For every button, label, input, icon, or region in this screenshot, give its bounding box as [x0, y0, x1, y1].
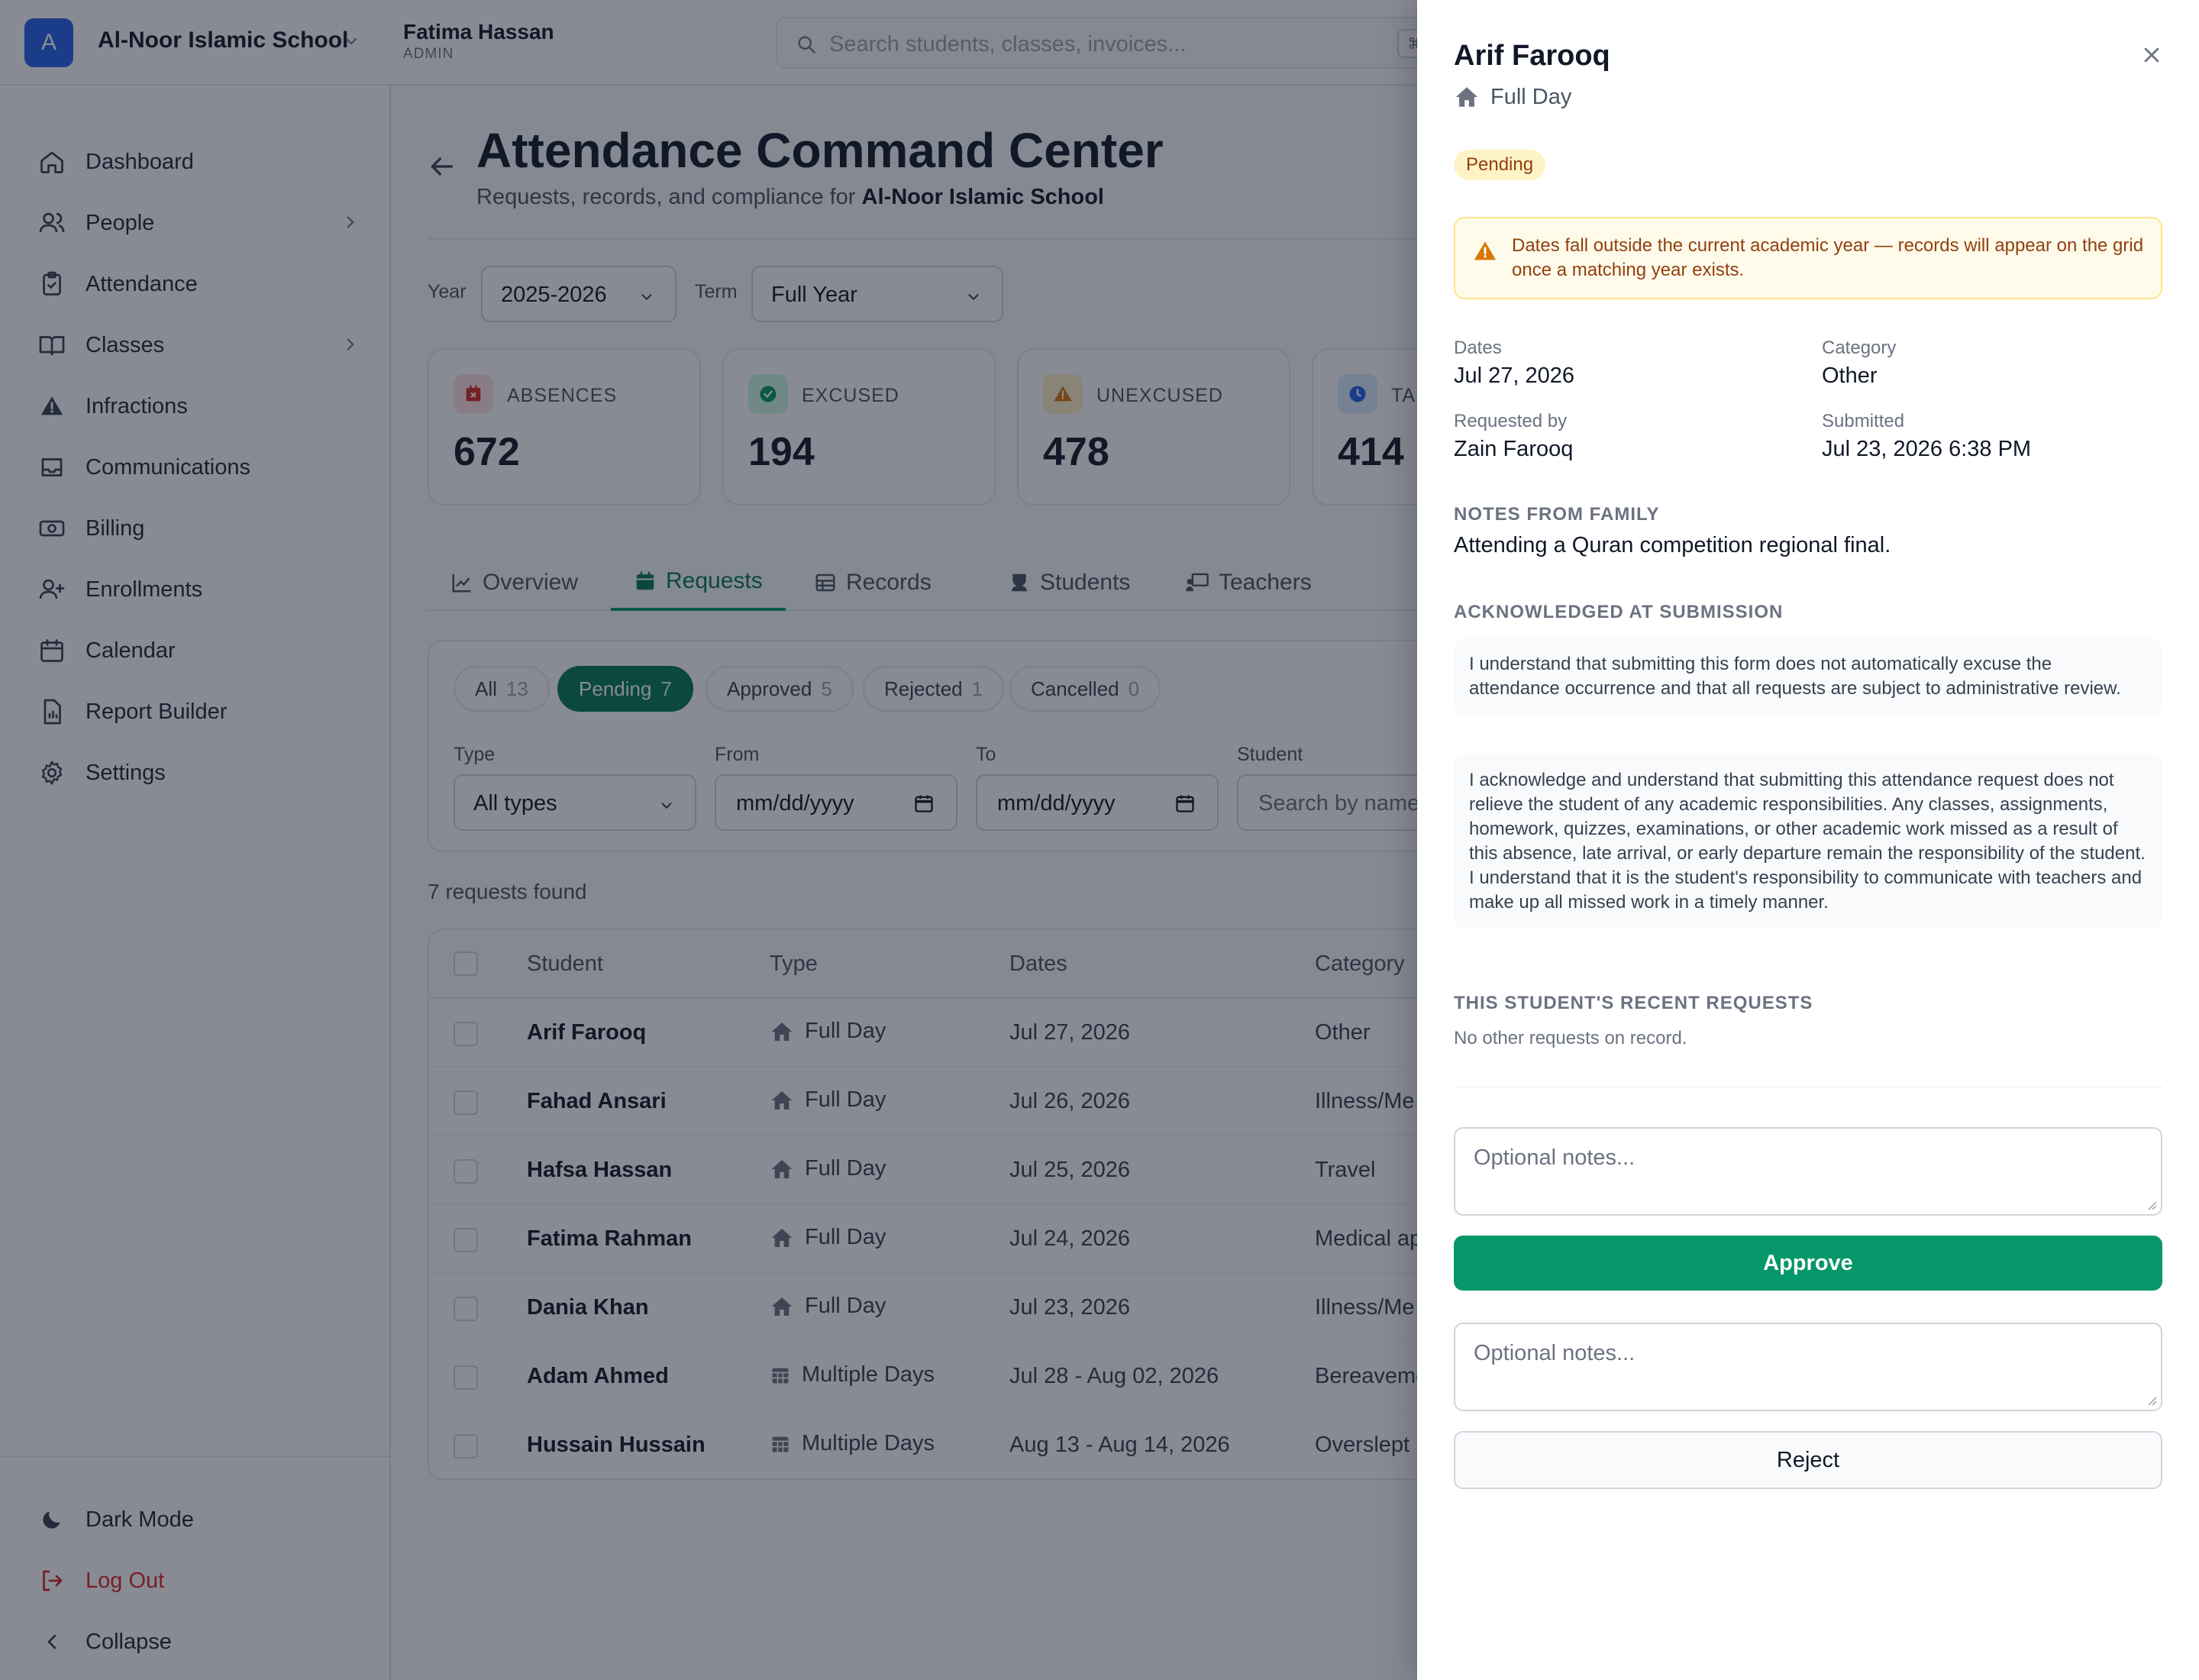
drawer-student-name: Arif Farooq: [1454, 40, 1610, 72]
approve-button[interactable]: Approve: [1454, 1236, 2162, 1291]
approve-notes-field[interactable]: Optional notes...: [1454, 1127, 2162, 1216]
reject-button[interactable]: Reject: [1454, 1431, 2162, 1489]
alert-triangle-icon: [1472, 238, 1498, 264]
drawer-divider: [1454, 1086, 2162, 1087]
acknowledgement-2: I acknowledge and understand that submit…: [1454, 754, 2162, 929]
home-icon: [1454, 84, 1480, 110]
requested-by-value: Zain Farooq: [1454, 437, 1574, 461]
submitted-value: Jul 23, 2026 6:38 PM: [1822, 437, 2032, 461]
acknowledged-heading: ACKNOWLEDGED AT SUBMISSION: [1454, 602, 1784, 622]
recent-requests-heading: THIS STUDENT'S RECENT REQUESTS: [1454, 993, 1813, 1013]
status-badge: Pending: [1454, 150, 1546, 180]
notes-heading: NOTES FROM FAMILY: [1454, 504, 1660, 525]
resize-grip-icon[interactable]: [2146, 1394, 2158, 1407]
resize-grip-icon[interactable]: [2146, 1199, 2158, 1211]
reject-notes-field[interactable]: Optional notes...: [1454, 1323, 2162, 1411]
dates-value: Jul 27, 2026: [1454, 363, 1575, 388]
category-value: Other: [1822, 363, 1878, 388]
family-notes: Attending a Quran competition regional f…: [1454, 533, 1891, 557]
drawer-request-type: Full Day: [1454, 84, 1571, 110]
request-detail-drawer: Arif Farooq Full Day Pending Dates fall …: [1417, 0, 2199, 1680]
dates-label: Dates: [1454, 338, 1502, 358]
close-icon[interactable]: [2139, 43, 2164, 67]
app-root: A Al-Noor Islamic School Fatima Hassan A…: [0, 0, 2199, 1680]
category-label: Category: [1822, 338, 1897, 358]
warning-banner: Dates fall outside the current academic …: [1454, 217, 2162, 299]
submitted-label: Submitted: [1822, 411, 1905, 431]
requested-by-label: Requested by: [1454, 411, 1568, 431]
recent-requests-empty: No other requests on record.: [1454, 1028, 1687, 1048]
acknowledgement-1: I understand that submitting this form d…: [1454, 638, 2162, 715]
